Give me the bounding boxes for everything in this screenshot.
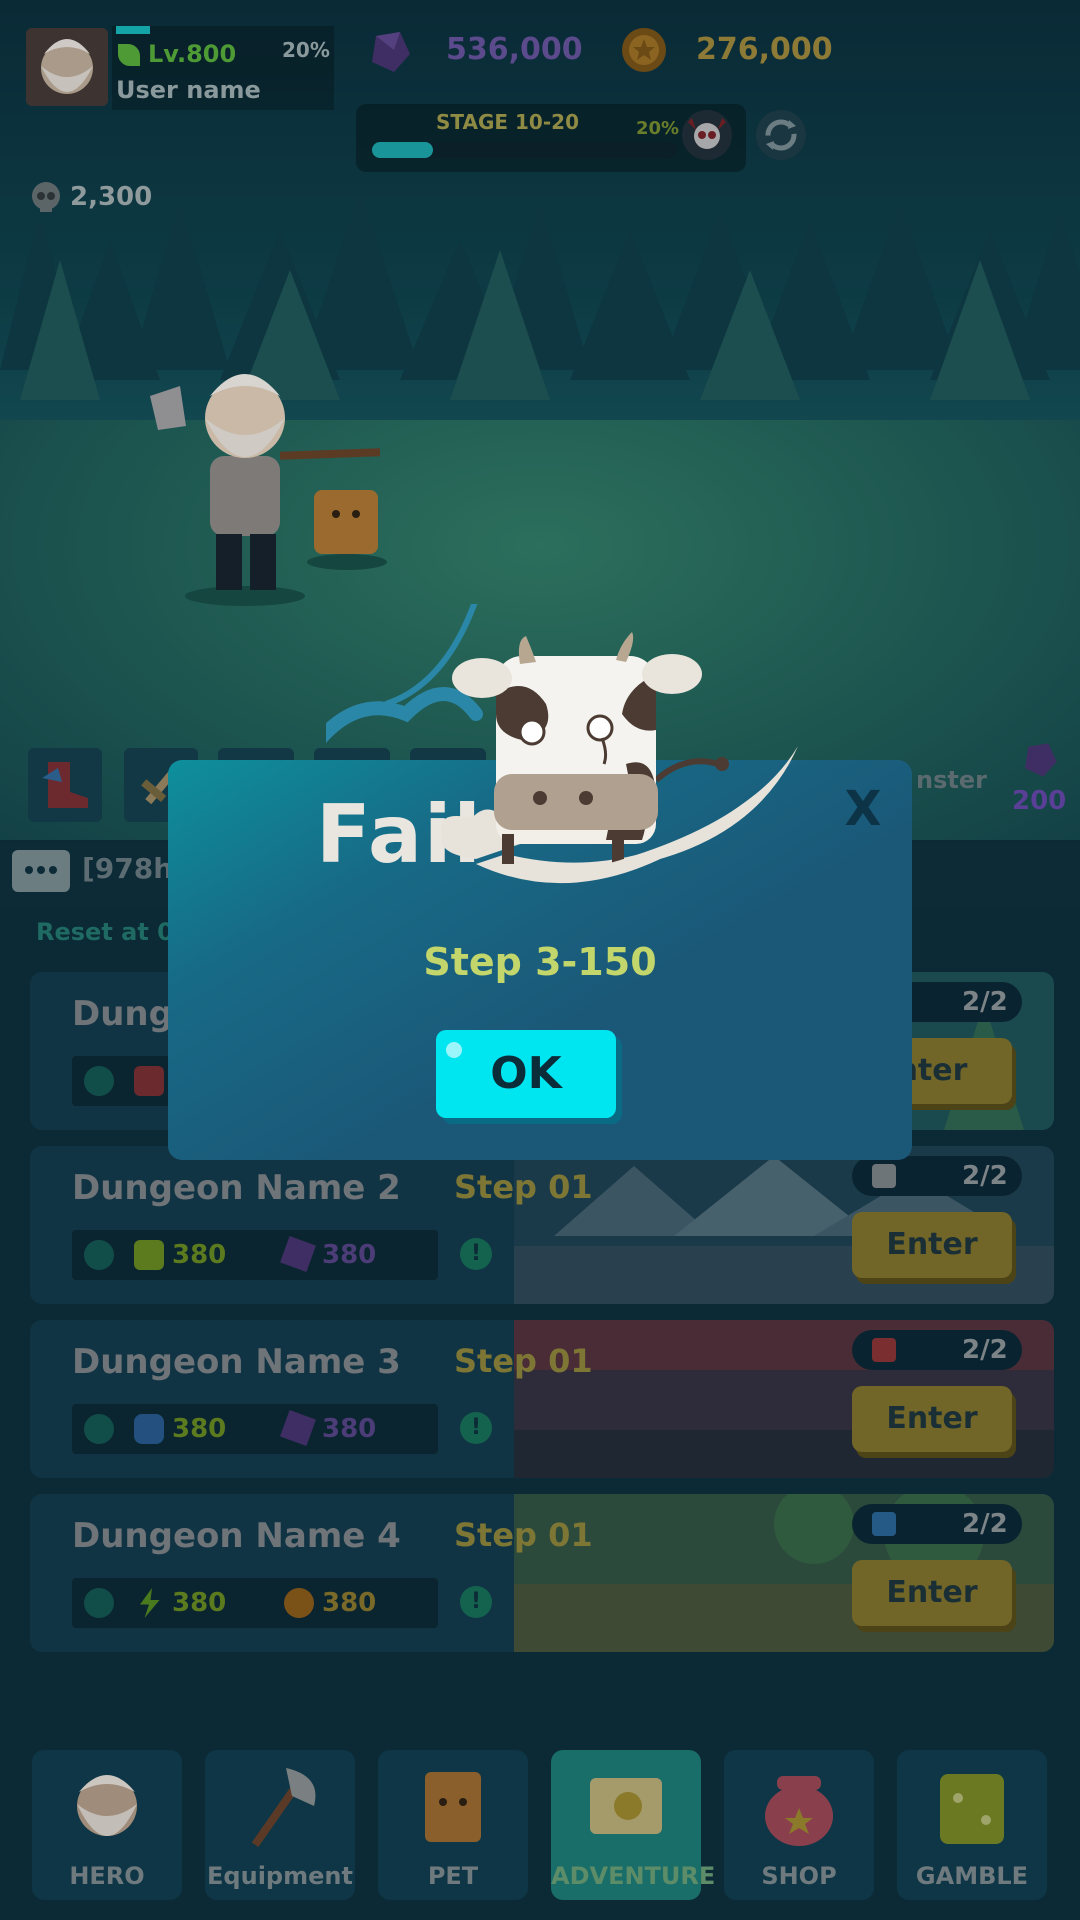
- button-shine: [446, 1042, 462, 1058]
- game-screen: Lv.800 20% User name 536,000 276,000 STA…: [0, 0, 1080, 1920]
- ok-button[interactable]: OK: [436, 1030, 616, 1118]
- close-button[interactable]: X: [838, 784, 888, 834]
- dialog-message: Step 3-150: [423, 940, 657, 984]
- crying-cow-icon: [326, 604, 806, 884]
